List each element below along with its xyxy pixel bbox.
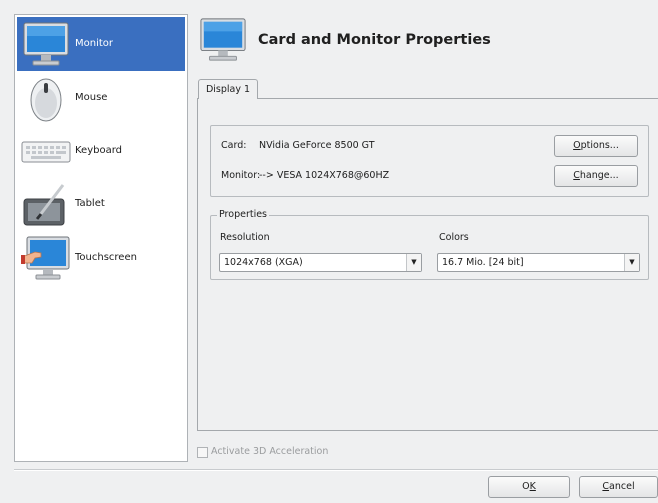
colors-select-value: 16.7 Mio. [24 bit] <box>442 257 524 268</box>
monitor-icon <box>23 22 69 66</box>
resolution-select-value: 1024x768 (XGA) <box>224 257 303 268</box>
chevron-down-icon[interactable]: ▼ <box>624 254 639 271</box>
colors-select[interactable]: 16.7 Mio. [24 bit] ▼ <box>437 253 640 272</box>
sidebar-item-mouse[interactable]: Mouse <box>17 71 185 125</box>
monitor-icon <box>200 18 246 61</box>
tab-display-1[interactable]: Display 1 <box>198 79 258 99</box>
colors-label: Colors <box>439 232 469 243</box>
sidebar-item-label: Mouse <box>75 92 108 103</box>
ok-button[interactable]: OK <box>488 476 570 498</box>
sidebar-item-label: Tablet <box>75 198 105 209</box>
chevron-down-icon[interactable]: ▼ <box>406 254 421 271</box>
sidebar-item-touchscreen[interactable]: Touchscreen <box>17 231 185 285</box>
accel-3d-label: Activate 3D Acceleration <box>211 446 329 457</box>
sidebar-item-label: Monitor <box>75 38 114 49</box>
accel-3d-checkbox[interactable] <box>197 447 208 458</box>
sidebar-item-label: Touchscreen <box>75 252 137 263</box>
sidebar-item-monitor[interactable]: Monitor <box>17 17 185 71</box>
change-button[interactable]: Change... <box>554 165 638 187</box>
sidebar-item-keyboard[interactable]: Keyboard <box>17 124 185 178</box>
card-label: Card: <box>221 140 247 151</box>
page-title: Card and Monitor Properties <box>258 32 491 48</box>
touchscreen-icon <box>21 236 70 280</box>
monitor-value: --> VESA 1024X768@60HZ <box>259 170 390 181</box>
sidebar-item-label: Keyboard <box>75 145 123 156</box>
sidebar-item-tablet[interactable]: Tablet <box>17 177 185 231</box>
properties-legend: Properties <box>217 209 270 220</box>
options-button[interactable]: Options... <box>554 135 638 157</box>
resolution-label: Resolution <box>220 232 270 243</box>
device-sidebar: Monitor Mouse Keyboard Tablet Touchscree… <box>14 14 188 462</box>
monitor-label: Monitor: <box>221 170 261 181</box>
keyboard-icon <box>21 141 71 163</box>
mouse-icon <box>30 78 62 122</box>
tablet-icon <box>23 184 65 226</box>
card-value: NVidia GeForce 8500 GT <box>259 140 375 151</box>
resolution-select[interactable]: 1024x768 (XGA) ▼ <box>219 253 422 272</box>
cancel-button[interactable]: Cancel <box>579 476 658 498</box>
footer-separator <box>14 469 658 471</box>
